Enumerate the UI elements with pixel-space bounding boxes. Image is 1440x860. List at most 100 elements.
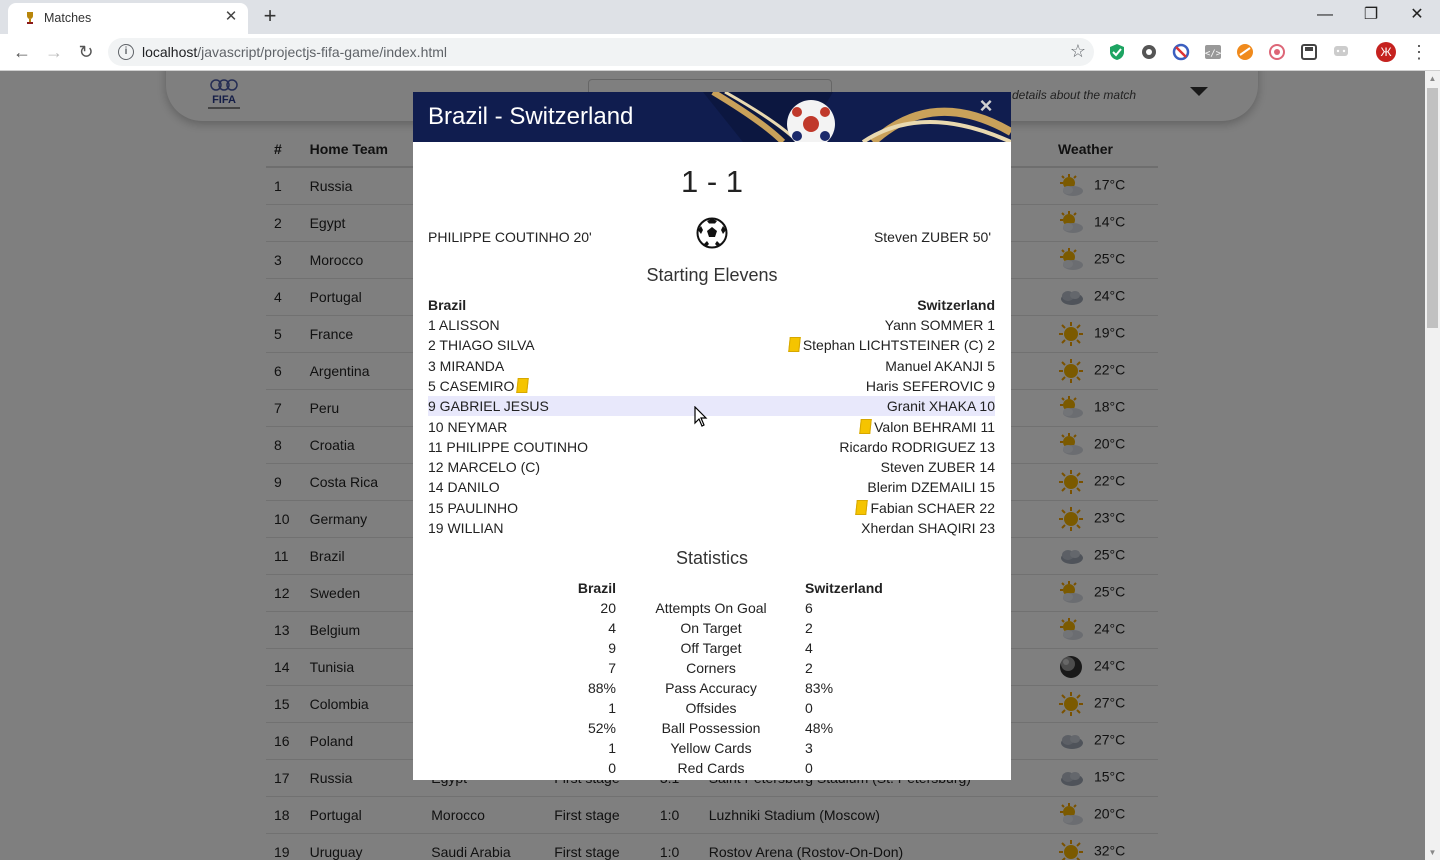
stat-label: Yellow Cards bbox=[670, 740, 752, 756]
lineup-row[interactable]: 3 MIRANDA Manuel AKANJI 5 bbox=[428, 356, 995, 376]
yellow-card-icon bbox=[516, 377, 530, 393]
match-details-modal: Brazil - Switzerland × 1 - 1 PHILIPPE CO… bbox=[413, 92, 1011, 780]
home-player: 3 MIRANDA bbox=[428, 357, 505, 374]
stat-away-value: 2 bbox=[805, 660, 813, 676]
chat-extension-icon[interactable] bbox=[1332, 43, 1350, 61]
shield-extension-icon[interactable] bbox=[1108, 43, 1126, 61]
browser-menu-icon[interactable]: ⋮ bbox=[1410, 40, 1428, 64]
lineup-row[interactable]: 19 WILLIAN Xherdan SHAQIRI 23 bbox=[428, 518, 995, 538]
stats-home-team-heading: Brazil bbox=[577, 580, 616, 596]
bookmark-star-icon[interactable]: ☆ bbox=[1070, 41, 1086, 62]
match-score: 1 - 1 bbox=[680, 164, 744, 199]
home-player: 19 WILLIAN bbox=[428, 520, 504, 536]
modal-header: Brazil - Switzerland × bbox=[413, 92, 1011, 142]
stat-row: 88% Pass Accuracy 83% bbox=[413, 678, 1011, 698]
away-player: Ricardo RODRIGUEZ 13 bbox=[839, 438, 995, 455]
stat-row: 4 On Target 2 bbox=[413, 618, 1011, 638]
lineup-row[interactable]: 14 DANILO Blerim DZEMAILI 15 bbox=[428, 477, 995, 497]
soccer-ball-icon bbox=[696, 217, 728, 249]
stat-label: Ball Possession bbox=[661, 720, 761, 736]
stat-home-value: 7 bbox=[608, 660, 616, 676]
stat-home-value: 52% bbox=[587, 720, 616, 736]
lineup-row[interactable]: 11 PHILIPPE COUTINHO Ricardo RODRIGUEZ 13 bbox=[428, 437, 995, 457]
scroll-down-arrow-icon[interactable]: ▼ bbox=[1425, 845, 1440, 860]
stat-away-value: 2 bbox=[805, 620, 813, 636]
away-player: Manuel AKANJI 5 bbox=[885, 357, 995, 374]
stat-away-value: 0 bbox=[805, 760, 813, 776]
modal-close-button[interactable]: × bbox=[976, 95, 996, 117]
home-player: 1 ALISSON bbox=[428, 317, 500, 333]
statistics-title: Statistics bbox=[675, 548, 749, 568]
back-button[interactable]: ← bbox=[10, 40, 34, 64]
away-player: Steven ZUBER 14 bbox=[880, 459, 995, 476]
stat-label: Pass Accuracy bbox=[665, 680, 757, 696]
address-bar[interactable]: i localhost/javascript/projectjs-fifa-ga… bbox=[108, 38, 1094, 66]
circle-extension-icon[interactable] bbox=[1140, 43, 1158, 61]
page-scrollbar[interactable]: ▲ ▼ bbox=[1425, 71, 1440, 860]
browser-tab[interactable]: Matches ✕ bbox=[8, 3, 248, 34]
stat-label: On Target bbox=[680, 620, 742, 636]
lineup-row[interactable]: 1 ALISSON Yann SOMMER 1 bbox=[428, 315, 995, 335]
lineup-row[interactable]: 15 PAULINHO Fabian SCHAER 22 bbox=[428, 498, 995, 518]
minimize-button[interactable]: — bbox=[1302, 0, 1348, 30]
info-icon[interactable]: i bbox=[118, 44, 134, 60]
home-goal-scorer: PHILIPPE COUTINHO 20' bbox=[428, 229, 592, 245]
browser-toolbar: ← → ↻ i localhost/javascript/projectjs-f… bbox=[0, 34, 1440, 71]
stat-home-value: 1 bbox=[608, 700, 616, 716]
lineup-row[interactable]: 5 CASEMIRO Haris SEFEROVIC 9 bbox=[428, 376, 995, 396]
stats-away-team-heading: Switzerland bbox=[805, 580, 883, 596]
away-goal-scorer: Steven ZUBER 50' bbox=[873, 229, 991, 245]
scroll-up-arrow-icon[interactable]: ▲ bbox=[1425, 71, 1440, 86]
url-text: localhost/javascript/projectjs-fifa-game… bbox=[142, 44, 448, 60]
tab-close-icon[interactable]: ✕ bbox=[222, 8, 240, 26]
close-window-button[interactable]: ✕ bbox=[1394, 0, 1440, 30]
away-player: Xherdan SHAQIRI 23 bbox=[861, 520, 995, 536]
away-player: Yann SOMMER 1 bbox=[884, 317, 995, 333]
stat-away-value: 6 bbox=[805, 600, 813, 616]
lineup-row[interactable]: 2 THIAGO SILVA Stephan LICHTSTEINER (C) 2 bbox=[428, 335, 995, 355]
stat-home-value: 0 bbox=[608, 760, 616, 776]
lineup-row[interactable]: 12 MARCELO (C) Steven ZUBER 14 bbox=[428, 457, 995, 477]
svg-text:</>: </> bbox=[1205, 49, 1222, 59]
stat-label: Red Cards bbox=[677, 760, 745, 776]
away-player: Blerim DZEMAILI 15 bbox=[867, 479, 995, 496]
home-player: 9 GABRIEL JESUS bbox=[428, 398, 549, 415]
away-player: Stephan LICHTSTEINER (C) 2 bbox=[786, 335, 995, 355]
lineup-row[interactable]: 10 NEYMAR Valon BEHRAMI 11 bbox=[428, 417, 995, 437]
yellow-card-icon bbox=[859, 418, 872, 434]
home-player: 12 MARCELO (C) bbox=[428, 459, 541, 476]
lineup-row[interactable]: 9 GABRIEL JESUS Granit XHAKA 10 bbox=[428, 396, 995, 417]
stat-label: Off Target bbox=[680, 640, 742, 656]
stat-label: Attempts On Goal bbox=[655, 600, 767, 616]
away-player: Fabian SCHAER 22 bbox=[853, 498, 995, 518]
tab-strip: Matches ✕ + — ❐ ✕ bbox=[0, 0, 1440, 34]
restore-button[interactable]: ❐ bbox=[1348, 0, 1394, 30]
profile-avatar[interactable]: Ж bbox=[1376, 42, 1396, 62]
away-player: Haris SEFEROVIC 9 bbox=[865, 377, 995, 394]
stat-label: Offsides bbox=[685, 700, 737, 716]
scroll-thumb[interactable] bbox=[1427, 88, 1438, 328]
orange-extension-icon[interactable] bbox=[1236, 43, 1254, 61]
stat-row: 20 Attempts On Goal 6 bbox=[413, 598, 1011, 618]
away-player: Granit XHAKA 10 bbox=[886, 398, 995, 415]
home-player: 14 DANILO bbox=[428, 479, 500, 496]
block-extension-icon[interactable] bbox=[1172, 43, 1190, 61]
code-extension-icon[interactable]: </> bbox=[1204, 43, 1222, 61]
away-player: Valon BEHRAMI 11 bbox=[857, 417, 995, 437]
new-tab-button[interactable]: + bbox=[258, 4, 282, 28]
away-team-heading: Switzerland bbox=[917, 297, 995, 313]
world-cup-banner-art bbox=[703, 92, 1011, 142]
stat-row: 52% Ball Possession 48% bbox=[413, 718, 1011, 738]
stat-home-value: 9 bbox=[608, 640, 616, 656]
yellow-card-icon bbox=[855, 499, 869, 515]
reload-button[interactable]: ↻ bbox=[74, 40, 98, 64]
forward-button[interactable]: → bbox=[42, 40, 66, 64]
home-player: 15 PAULINHO bbox=[428, 499, 518, 516]
stat-away-value: 48% bbox=[805, 720, 834, 736]
home-player: 2 THIAGO SILVA bbox=[428, 337, 535, 354]
stat-row: 7 Corners 2 bbox=[413, 658, 1011, 678]
save-extension-icon[interactable] bbox=[1300, 43, 1318, 61]
stat-away-value: 0 bbox=[805, 700, 813, 716]
ring-extension-icon[interactable] bbox=[1268, 43, 1286, 61]
stat-away-value: 83% bbox=[805, 680, 834, 696]
